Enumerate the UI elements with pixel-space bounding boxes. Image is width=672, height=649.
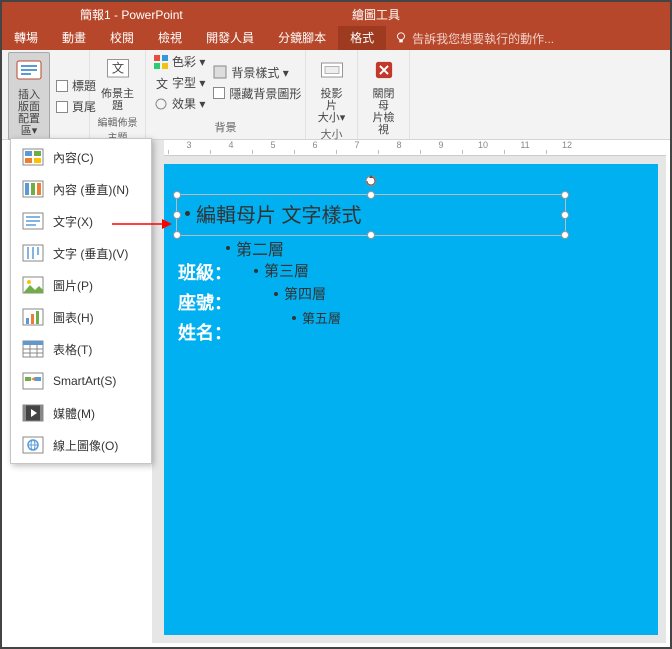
menu-content-vertical[interactable]: 內容 (垂直)(N) [11,173,151,205]
resize-handle-ml[interactable] [173,211,181,219]
ribbon: 插入版面配置區▾ 標題 頁尾 母片配置 文 佈景主題 編輯佈景主題 色彩 ▾ 文… [2,50,670,140]
tab-animations[interactable]: 動畫 [50,26,98,50]
online-image-icon [21,435,45,455]
menu-table[interactable]: 表格(T) [11,333,151,365]
media-icon [21,403,45,423]
themes-icon: 文 [102,54,134,86]
master-text-l1: 編輯母片 文字樣式 [196,199,362,228]
document-title: 簡報1 - PowerPoint [80,6,183,23]
text-placeholder-selected[interactable]: 編輯母片 文字樣式 [176,194,566,236]
ribbon-tabs: 轉場 動畫 校閱 檢視 開發人員 分鏡腳本 格式 告訴我您想要執行的動作... [2,26,670,50]
contextual-tools-label: 繪圖工具 [352,6,400,23]
menu-smartart[interactable]: SmartArt(S) [11,365,151,397]
effects-dropdown[interactable]: 效果 ▾ [152,94,207,113]
insert-label-l2: 版面配置區▾ [18,101,40,137]
slide-static-labels: 班級： 座號： 姓名： [178,258,232,348]
insert-label-l1: 插入 [18,89,40,101]
tell-me-search[interactable]: 告訴我您想要執行的動作... [386,26,562,50]
tab-developer[interactable]: 開發人員 [194,26,266,50]
slide-size-icon [316,54,348,86]
content-icon [21,147,45,167]
tab-review[interactable]: 校閱 [98,26,146,50]
lightbulb-icon [394,31,408,45]
text-icon [21,211,45,231]
tab-storyboard[interactable]: 分鏡腳本 [266,26,338,50]
tab-transitions[interactable]: 轉場 [2,26,50,50]
menu-content[interactable]: 內容(C) [11,141,151,173]
resize-handle-tl[interactable] [173,191,181,199]
master-text-l4: 第四層 [284,284,326,304]
menu-picture[interactable]: 圖片(P) [11,269,151,301]
smartart-icon [21,371,45,391]
content-vertical-icon [21,179,45,199]
resize-handle-tm[interactable] [367,191,375,199]
svg-text:文: 文 [111,61,123,76]
menu-media[interactable]: 媒體(M) [11,397,151,429]
colors-dropdown[interactable]: 色彩 ▾ [152,52,207,71]
text-vertical-icon [21,243,45,263]
horizontal-ruler: 3456789101112 [164,140,666,156]
insert-placeholder-button[interactable]: 插入版面配置區▾ [8,52,50,140]
master-text-l3: 第三層 [264,260,309,281]
menu-chart[interactable]: 圖表(H) [11,301,151,333]
close-master-button[interactable]: 關閉母片檢視 [364,52,403,138]
resize-handle-bm[interactable] [367,231,375,239]
rotate-handle[interactable] [365,175,377,187]
master-text-l2: 第二層 [236,236,284,260]
svg-text:文: 文 [156,76,168,90]
tab-view[interactable]: 檢視 [146,26,194,50]
menu-text-vertical[interactable]: 文字 (垂直)(V) [11,237,151,269]
title-bar: 簡報1 - PowerPoint 繪圖工具 [2,2,670,26]
chart-icon [21,307,45,327]
slide-workspace: 3456789101112 編輯母片 文字樣式 第二層 班級： 座號： 姓名： … [152,140,666,643]
slide-canvas[interactable]: 編輯母片 文字樣式 第二層 班級： 座號： 姓名： 第三層 第四層 第五層 [164,164,658,635]
fonts-dropdown[interactable]: 文字型 ▾ [152,73,207,92]
picture-icon [21,275,45,295]
menu-online-image[interactable]: 線上圖像(O) [11,429,151,461]
tab-format[interactable]: 格式 [338,26,386,50]
resize-handle-bl[interactable] [173,231,181,239]
table-icon [21,339,45,359]
close-icon [368,54,400,86]
resize-handle-br[interactable] [561,231,569,239]
slide-size-button[interactable]: 投影片大小▾ [312,52,351,126]
hide-bg-checkbox[interactable]: 隱藏背景圖形 [211,84,303,103]
background-group-label: 背景 [152,119,299,137]
placeholder-icon [13,55,45,87]
bg-styles-dropdown[interactable]: 背景樣式 ▾ [211,63,303,82]
menu-text[interactable]: 文字(X) [11,205,151,237]
tell-me-placeholder: 告訴我您想要執行的動作... [412,30,554,47]
themes-button[interactable]: 文 佈景主題 [96,52,139,114]
resize-handle-tr[interactable] [561,191,569,199]
resize-handle-mr[interactable] [561,211,569,219]
master-text-l5: 第五層 [302,308,341,327]
insert-placeholder-menu: 內容(C) 內容 (垂直)(N) 文字(X) 文字 (垂直)(V) 圖片(P) … [10,138,152,464]
